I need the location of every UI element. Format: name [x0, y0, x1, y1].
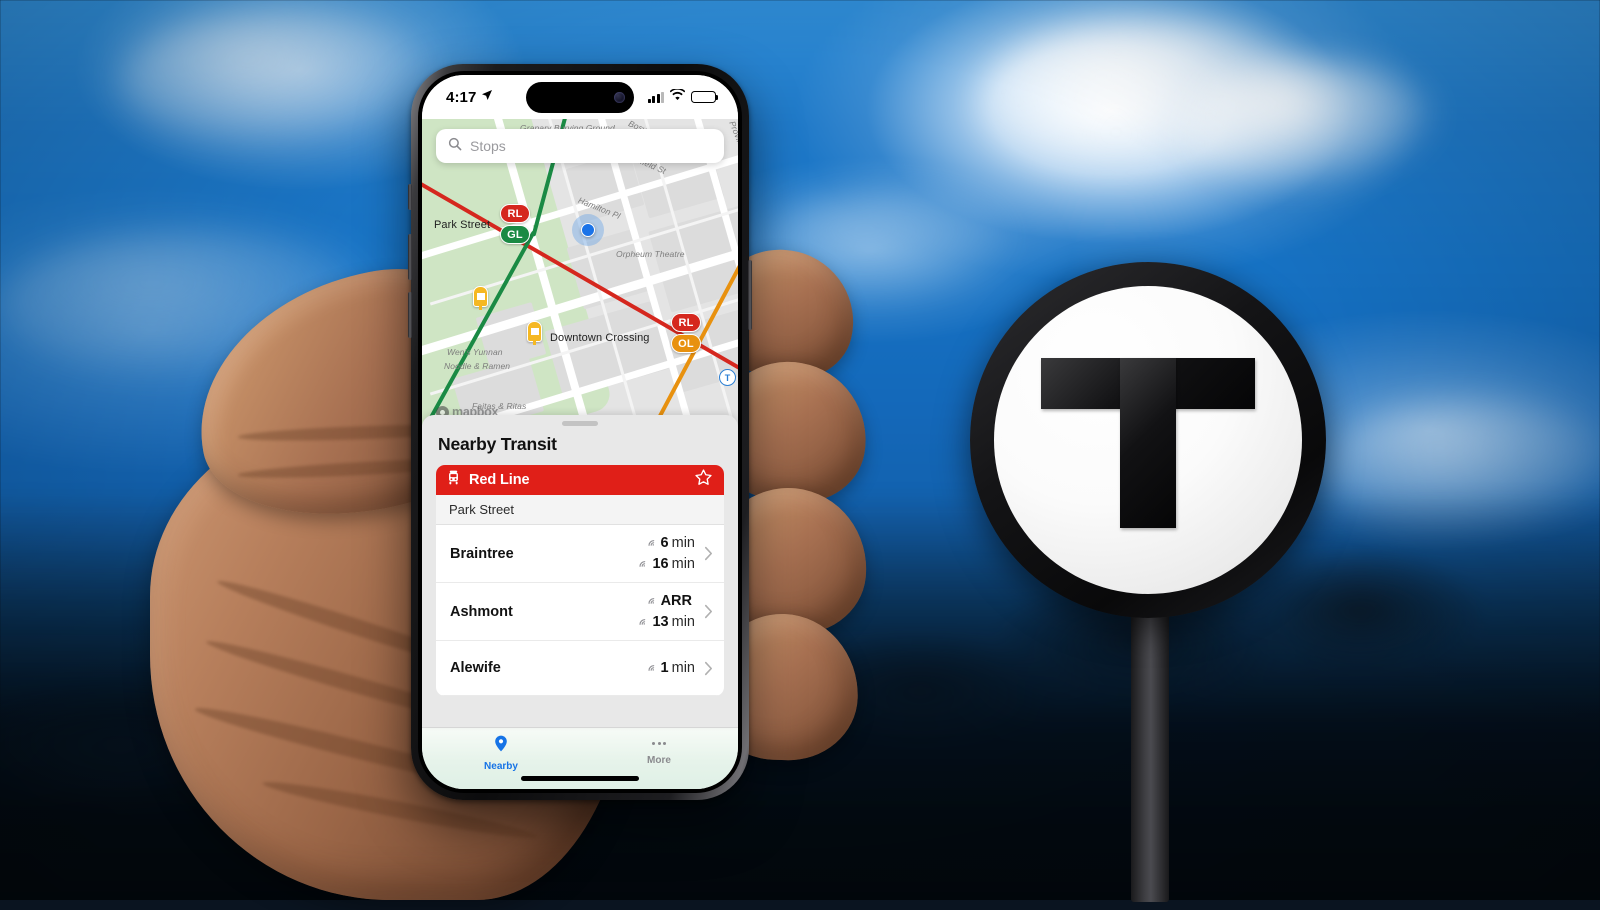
destination-label: Braintree [450, 545, 514, 562]
map-pin-icon [494, 735, 508, 757]
prediction-row-alewife[interactable]: Alewife 1 min [436, 641, 724, 696]
line-name: Red Line [469, 472, 530, 488]
bus-stop-marker[interactable] [473, 286, 488, 310]
bus-stop-marker[interactable] [527, 321, 542, 345]
tab-bar: Nearby More [422, 727, 738, 789]
tab-label: Nearby [484, 761, 518, 772]
front-camera-icon [614, 92, 625, 103]
power-button[interactable] [748, 260, 752, 330]
map-badge-rl-dtx[interactable]: RL [671, 313, 701, 332]
status-bar-time: 4:17 [446, 88, 477, 106]
destination-label: Ashmont [450, 603, 513, 620]
search-input[interactable]: Stops [470, 138, 506, 154]
prediction-value: 16 [652, 556, 669, 572]
prediction-value: ARR [660, 593, 692, 609]
prediction-unit: min [671, 660, 695, 676]
sign-disc [970, 262, 1326, 618]
prediction-unit: min [671, 535, 695, 551]
chevron-right-icon [704, 546, 713, 561]
nearby-transit-sheet[interactable]: Nearby Transit Red Line Park Street Brai… [422, 415, 738, 727]
prediction-unit: min [671, 556, 695, 572]
volume-down-button[interactable] [408, 292, 412, 338]
dynamic-island [526, 82, 634, 113]
wifi-icon [669, 88, 686, 106]
map-label: Wen's Yunnan [447, 347, 503, 357]
location-arrow-icon [481, 88, 493, 106]
map-label-park-street: Park Street [434, 219, 491, 231]
prediction-unit: min [671, 614, 695, 630]
chevron-right-icon [704, 661, 713, 676]
live-data-icon [644, 592, 656, 610]
map-label-downtown-crossing: Downtown Crossing [550, 332, 650, 344]
battery-icon [691, 91, 719, 103]
chevron-right-icon [704, 604, 713, 619]
prediction-value: 13 [652, 614, 669, 630]
phone-device: 4:17 Granary Burying Ground Hamilton Pl … [408, 64, 752, 800]
transit-line-card: Red Line Park Street Braintree 6 min 16 … [436, 465, 724, 696]
live-data-icon [644, 659, 656, 677]
map-badge-gl-park[interactable]: GL [500, 225, 530, 244]
cellular-bars-icon [648, 91, 664, 103]
stop-name: Park Street [436, 495, 724, 525]
silent-switch[interactable] [408, 184, 412, 210]
tab-nearby[interactable]: Nearby [422, 735, 580, 772]
prediction-value: 6 [660, 535, 669, 551]
destination-label: Alewife [450, 660, 501, 676]
map-badge-ol-dtx[interactable]: OL [671, 334, 701, 353]
page-title: Nearby Transit [438, 434, 557, 454]
prediction-value: 1 [660, 660, 669, 676]
search-icon [448, 137, 462, 156]
prediction-row-ashmont[interactable]: Ashmont ARR 13 min [436, 583, 724, 641]
train-icon [447, 470, 460, 490]
map-badge-rl-park[interactable]: RL [500, 204, 530, 223]
phone-screen: 4:17 Granary Burying Ground Hamilton Pl … [422, 75, 738, 789]
station-poi-marker[interactable]: T [719, 369, 736, 386]
map-label: Orpheum Theatre [616, 249, 685, 259]
tab-more[interactable]: More [580, 735, 738, 766]
tab-label: More [647, 755, 671, 766]
prediction-row-braintree[interactable]: Braintree 6 min 16 min [436, 525, 724, 583]
star-outline-icon[interactable] [694, 468, 713, 492]
status-bar: 4:17 [422, 75, 738, 119]
live-data-icon [644, 534, 656, 552]
t-letter-icon [994, 286, 1302, 594]
home-indicator[interactable] [521, 776, 639, 781]
search-bar[interactable]: Stops [436, 129, 724, 163]
mbta-t-sign [970, 262, 1330, 902]
map-label: Noodle & Ramen [444, 361, 511, 371]
live-data-icon [635, 555, 647, 573]
user-location-dot [572, 214, 604, 246]
volume-up-button[interactable] [408, 234, 412, 280]
live-data-icon [635, 613, 647, 631]
map-view[interactable]: Granary Burying Ground Bosworth St Bromf… [422, 119, 738, 425]
line-header-red-line[interactable]: Red Line [436, 465, 724, 495]
ellipsis-icon [652, 735, 666, 751]
